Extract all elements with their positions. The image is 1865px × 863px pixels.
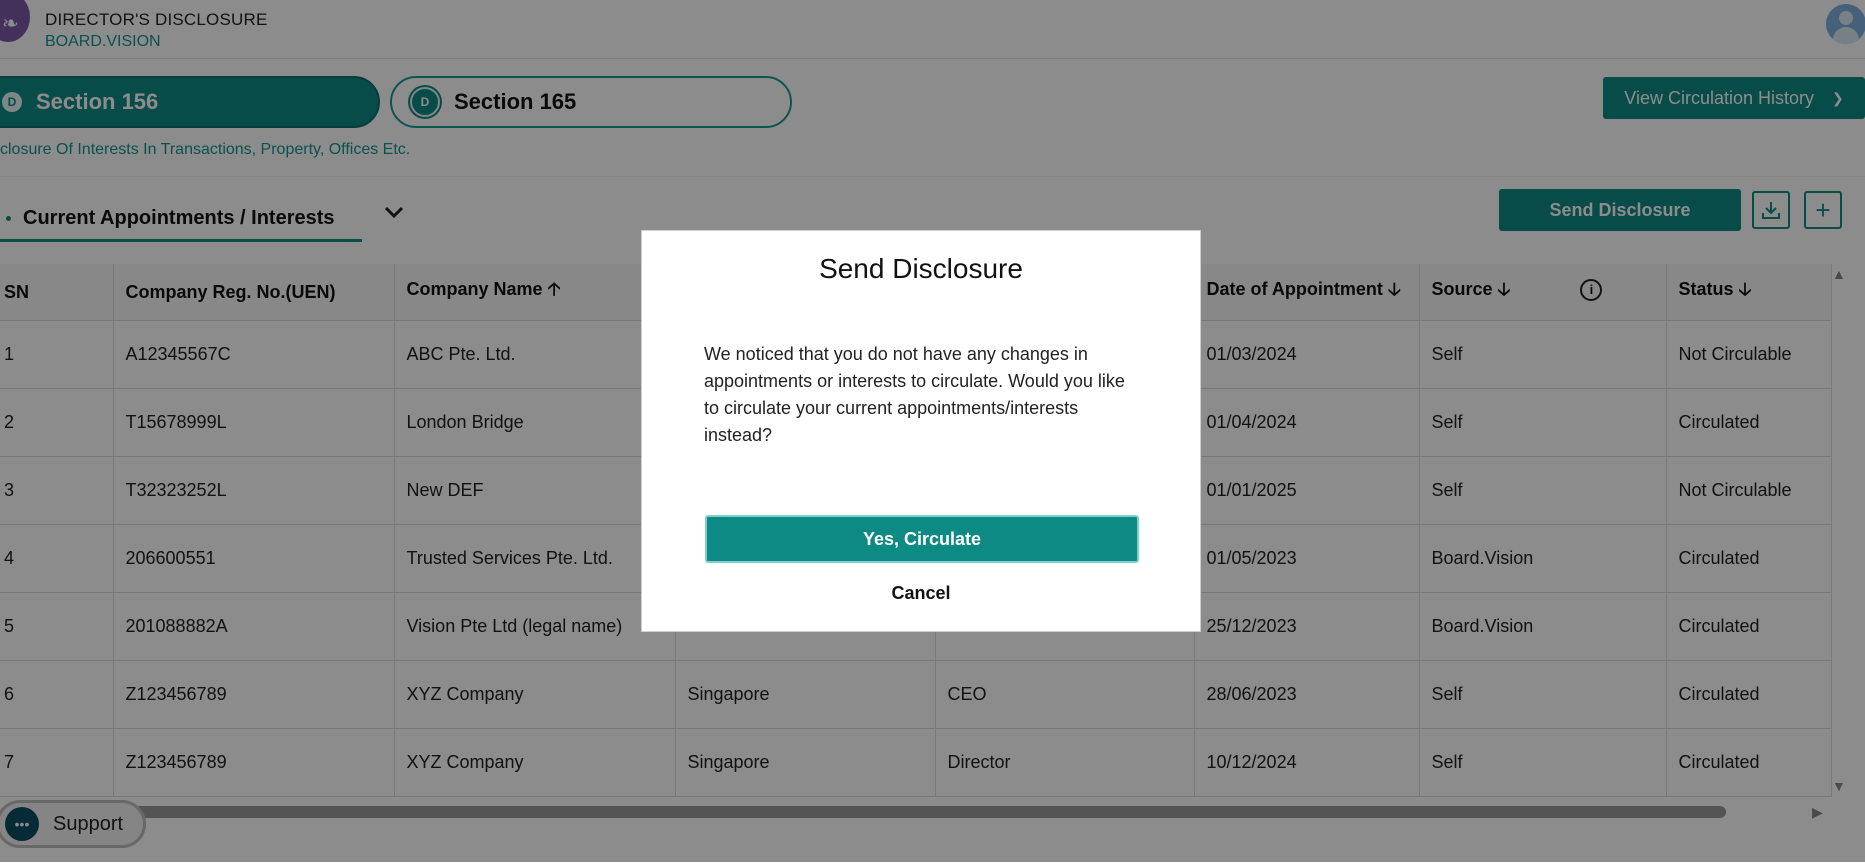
send-disclosure-dialog: Send Disclosure We noticed that you do n… bbox=[641, 230, 1201, 632]
dialog-message: We noticed that you do not have any chan… bbox=[704, 344, 1125, 445]
yes-circulate-button[interactable]: Yes, Circulate bbox=[705, 515, 1139, 563]
cancel-button[interactable]: Cancel bbox=[642, 583, 1200, 604]
dialog-title: Send Disclosure bbox=[819, 253, 1023, 284]
